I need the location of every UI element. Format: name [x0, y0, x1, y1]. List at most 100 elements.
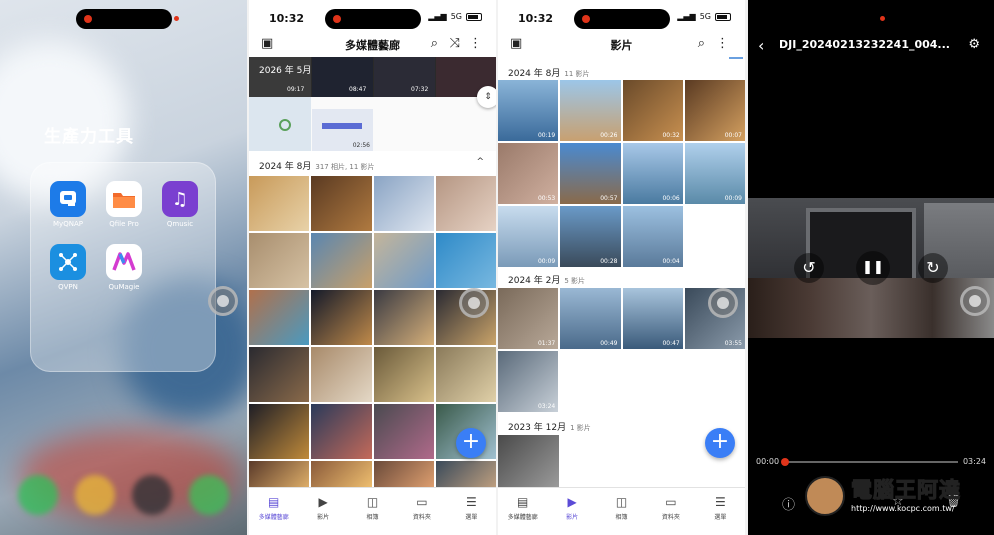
tab-gallery[interactable]: ▤ 多媒體藝廊	[249, 488, 298, 535]
camera-app-icon[interactable]	[132, 475, 172, 515]
pause-button[interactable]: ❚❚	[856, 251, 890, 285]
video-thumb[interactable]: 03:24	[498, 351, 559, 412]
video-thumb[interactable]: 00:28	[560, 206, 621, 267]
photo-thumb[interactable]	[373, 404, 434, 459]
top-app-bar: ▣ 影片 ⌕ ⋮	[498, 34, 745, 56]
search-icon[interactable]: ⌕	[698, 36, 705, 52]
collapse-section-icon[interactable]: ^	[476, 157, 484, 167]
app-qfile-pro[interactable]: Qfile Pro	[102, 181, 146, 228]
video-thumb[interactable]: 00:09	[498, 206, 559, 267]
app-qumagie[interactable]: QuMagie	[102, 244, 146, 291]
assistive-touch-handle[interactable]	[960, 286, 990, 316]
video-thumb[interactable]: 00:07	[684, 80, 745, 141]
tab-videos[interactable]: ▶ 影片	[547, 488, 596, 535]
phone-app-icon[interactable]	[18, 475, 58, 515]
video-thumb[interactable]: 00:09	[684, 143, 745, 204]
messages-app-icon[interactable]	[189, 475, 229, 515]
tab-menu[interactable]: ☰ 選單	[696, 488, 745, 535]
forward-button[interactable]: ↻	[918, 253, 948, 283]
section-title: 2024 年 2月	[508, 276, 561, 286]
add-button[interactable]: +	[705, 428, 735, 458]
video-frame[interactable]: ↺ ❚❚ ↻	[748, 198, 994, 338]
photo-thumb[interactable]	[311, 233, 372, 288]
info-icon[interactable]: ⓘ	[782, 494, 795, 513]
section-header: 2023 年 12月 1 影片	[508, 420, 591, 433]
screenshot-thumb[interactable]	[249, 97, 311, 151]
seek-bar[interactable]	[781, 458, 958, 466]
tab-folders[interactable]: ▭ 資料夾	[397, 488, 446, 535]
tab-albums[interactable]: ◫ 相簿	[597, 488, 646, 535]
photo-thumb[interactable]	[311, 290, 372, 345]
assistive-touch-handle[interactable]	[708, 288, 738, 318]
photo-thumb[interactable]	[373, 461, 434, 489]
chrome-app-icon[interactable]	[75, 475, 115, 515]
more-options-icon[interactable]: ⋮	[469, 36, 482, 52]
video-thumb[interactable]: 00:47	[622, 288, 683, 349]
photo-thumb[interactable]	[249, 176, 310, 231]
total-time: 03:24	[962, 457, 986, 466]
scroll-thumb[interactable]: ⇕	[477, 86, 496, 108]
photo-thumb[interactable]	[249, 347, 310, 402]
video-thumb[interactable]: 00:49	[560, 288, 621, 349]
tab-albums[interactable]: ◫ 相簿	[348, 488, 397, 535]
video-thumb[interactable]	[498, 435, 559, 487]
app-myqnap[interactable]: MyQNAP	[46, 181, 90, 228]
camera-cutout	[75, 9, 172, 29]
video-thumb[interactable]: 00:26	[560, 80, 621, 141]
screenshot-thumb[interactable]: 02:56	[312, 109, 373, 151]
more-options-icon[interactable]: ⋮	[716, 36, 729, 52]
camera-cutout	[573, 9, 670, 29]
watermark-url: http://www.kocpc.com.tw/	[851, 504, 955, 513]
rewind-button[interactable]: ↺	[794, 253, 824, 283]
section-title: 2024 年 8月	[259, 162, 312, 172]
tab-gallery[interactable]: ▤ 多媒體藝廊	[498, 488, 547, 535]
bottom-tab-bar: ▤ 多媒體藝廊 ▶ 影片 ◫ 相簿 ▭ 資料夾 ☰ 選單	[249, 487, 496, 535]
seek-thumb[interactable]	[781, 458, 789, 466]
player-header: ‹ DJI_20240213232241_004... ⚙	[748, 36, 994, 56]
video-thumb[interactable]: 00:19	[498, 80, 559, 141]
photo-thumb[interactable]	[373, 176, 434, 231]
gear-icon[interactable]: ⚙	[968, 37, 980, 52]
photo-thumb[interactable]	[249, 233, 310, 288]
back-icon[interactable]: ‹	[758, 36, 764, 55]
video-thumb[interactable]: 00:57	[560, 143, 621, 204]
photo-thumb[interactable]	[373, 290, 434, 345]
video-duration: 00:49	[600, 340, 618, 347]
dock	[18, 475, 229, 525]
status-icons: ▂▄▆ 5G	[428, 12, 482, 21]
photo-thumb[interactable]	[373, 347, 434, 402]
video-thumb[interactable]: 00:06	[622, 143, 683, 204]
photo-thumb[interactable]	[249, 404, 310, 459]
video-duration: 00:09	[724, 195, 742, 202]
photo-thumb[interactable]	[435, 176, 496, 231]
video-thumb[interactable]: 01:37	[498, 288, 559, 349]
app-qmusic[interactable]: ♫ Qmusic	[158, 181, 202, 228]
add-button[interactable]: +	[456, 428, 486, 458]
video-thumb[interactable]: 00:53	[498, 143, 559, 204]
tab-label: 相簿	[366, 514, 379, 521]
tab-menu[interactable]: ☰ 選單	[447, 488, 496, 535]
tab-videos[interactable]: ▶ 影片	[298, 488, 347, 535]
app-qvpn[interactable]: QVPN	[46, 244, 90, 291]
photo-thumb[interactable]	[311, 404, 372, 459]
assistive-touch-handle[interactable]	[208, 286, 238, 316]
collapse-icon[interactable]: ⤨	[450, 36, 460, 52]
search-icon[interactable]: ⌕	[431, 36, 438, 52]
assistive-touch-handle[interactable]	[459, 288, 489, 318]
video-duration: 00:07	[724, 132, 742, 139]
tab-label: 選單	[465, 514, 478, 521]
photo-thumb[interactable]	[435, 233, 496, 288]
photo-thumb[interactable]	[435, 461, 496, 489]
video-title: DJI_20240213232241_004...	[779, 38, 950, 51]
photo-thumb[interactable]	[311, 461, 372, 489]
photo-thumb[interactable]	[311, 176, 372, 231]
photo-thumb[interactable]	[435, 347, 496, 402]
photo-thumb[interactable]	[373, 233, 434, 288]
tab-folders[interactable]: ▭ 資料夾	[646, 488, 695, 535]
photo-thumb[interactable]	[311, 347, 372, 402]
scroll-indicator	[729, 57, 743, 59]
photo-thumb[interactable]	[249, 461, 310, 489]
photo-thumb[interactable]	[249, 290, 310, 345]
video-thumb[interactable]: 00:32	[622, 80, 683, 141]
video-thumb[interactable]: 00:04	[622, 206, 683, 267]
